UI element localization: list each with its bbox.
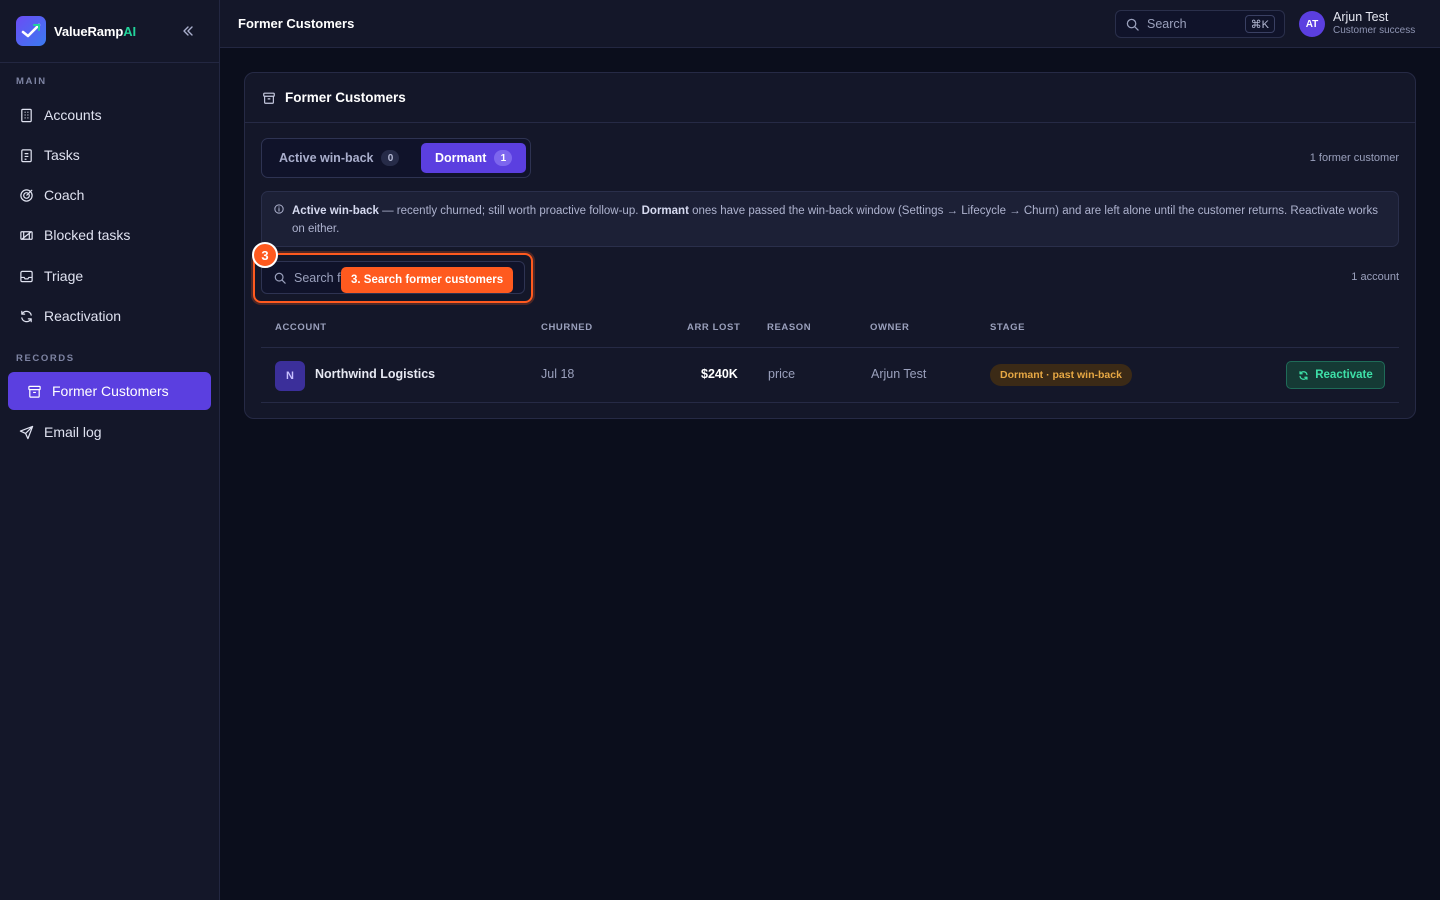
- refresh-icon: [18, 308, 34, 324]
- logo-icon: [16, 16, 46, 46]
- column-header-reason[interactable]: REASON: [767, 322, 811, 333]
- sidebar-item-label: Tasks: [44, 147, 80, 163]
- global-search-input[interactable]: Search ⌘K: [1115, 10, 1285, 38]
- owner-name: Arjun Test: [871, 367, 927, 381]
- info-term-active: Active win-back: [292, 205, 379, 217]
- info-term-dormant: Dormant: [641, 205, 689, 217]
- tab-active-win-back[interactable]: Active win-back 0: [266, 143, 416, 173]
- tab-group: Active win-back 0 Dormant 1: [261, 138, 531, 178]
- account-name[interactable]: Northwind Logistics: [315, 367, 435, 381]
- sidebar-item-label: Reactivation: [44, 308, 122, 324]
- user-role: Customer success: [1333, 25, 1416, 36]
- page-title: Former Customers: [238, 16, 355, 31]
- section-main-label: MAIN: [16, 76, 47, 87]
- column-header-stage[interactable]: STAGE: [990, 322, 1025, 333]
- sidebar-item-triage[interactable]: Triage: [8, 257, 211, 295]
- churn-reason: price: [768, 367, 796, 381]
- info-text-1: — recently churned; still worth proactiv…: [378, 205, 642, 217]
- chevrons-left-icon: [183, 26, 193, 36]
- sidebar-item-blocked-tasks[interactable]: Blocked tasks: [8, 216, 211, 254]
- card-title: Former Customers: [285, 90, 406, 105]
- inbox-icon: [18, 268, 34, 284]
- building-icon: [18, 107, 34, 123]
- reactivate-button[interactable]: Reactivate: [1286, 361, 1385, 389]
- column-header-arr-lost[interactable]: ARR LOST: [687, 322, 740, 333]
- archive-icon: [26, 383, 42, 399]
- column-header-owner[interactable]: OWNER: [870, 322, 909, 333]
- brand: ValueRampAI: [0, 0, 219, 63]
- brand-name: ValueRampAI: [54, 23, 136, 39]
- sidebar-item-label: Email log: [44, 424, 102, 440]
- blocked-icon: [18, 227, 34, 243]
- tab-count-badge: 0: [381, 150, 400, 166]
- sidebar-item-label: Triage: [44, 268, 84, 284]
- sidebar-item-label: Accounts: [44, 107, 102, 123]
- clipboard-icon: [18, 147, 34, 163]
- sidebar-item-tasks[interactable]: Tasks: [8, 136, 211, 174]
- arr-lost: $240K: [701, 367, 738, 381]
- section-records-label: RECORDS: [16, 353, 75, 364]
- archive-icon: [263, 92, 275, 104]
- sidebar-item-coach[interactable]: Coach: [8, 176, 211, 214]
- info-icon: [274, 204, 284, 214]
- column-header-churned[interactable]: CHURNED: [541, 322, 593, 333]
- tab-dormant[interactable]: Dormant 1: [421, 143, 526, 173]
- sidebar: ValueRampAI MAIN Accounts Tasks Coach Bl…: [0, 0, 220, 900]
- tab-label: Active win-back: [279, 151, 374, 165]
- sidebar-item-accounts[interactable]: Accounts: [8, 96, 211, 134]
- sidebar-item-email-log[interactable]: Email log: [8, 413, 211, 451]
- step-number-badge: 3: [252, 242, 278, 268]
- topbar: Former Customers Search ⌘K AT Arjun Test…: [220, 0, 1440, 48]
- sidebar-item-former-customers[interactable]: Former Customers: [8, 372, 211, 410]
- tab-count-badge: 1: [494, 150, 513, 166]
- account-avatar: N: [275, 361, 305, 391]
- refresh-icon: [1298, 370, 1309, 381]
- status-badge: Dormant · past win-back: [990, 364, 1132, 386]
- search-icon: [274, 272, 286, 284]
- info-banner: Active win-back — recently churned; stil…: [261, 191, 1399, 247]
- step-callout: 3. Search former customers: [341, 267, 514, 293]
- search-highlight: Search f 3. Search former customers 3: [252, 242, 533, 303]
- former-customers-card: Former Customers Active win-back 0 Dorma…: [244, 72, 1416, 419]
- search-shortcut: ⌘K: [1244, 15, 1275, 33]
- reactivate-label: Reactivate: [1315, 369, 1373, 381]
- avatar[interactable]: AT: [1299, 11, 1325, 37]
- churned-date: Jul 18: [541, 367, 575, 381]
- sidebar-item-reactivation[interactable]: Reactivation: [8, 297, 211, 335]
- former-customer-count: 1 former customer: [1309, 152, 1399, 164]
- sidebar-item-label: Former Customers: [52, 383, 169, 399]
- column-header-account[interactable]: ACCOUNT: [275, 322, 327, 333]
- sidebar-item-label: Coach: [44, 187, 85, 203]
- search-placeholder: Search f: [294, 270, 341, 285]
- search-placeholder: Search: [1147, 17, 1187, 31]
- target-icon: [18, 187, 34, 203]
- sidebar-item-label: Blocked tasks: [44, 227, 131, 243]
- search-icon: [1126, 18, 1139, 31]
- card-header: Former Customers: [245, 73, 1415, 123]
- collapse-sidebar-button[interactable]: [179, 22, 197, 40]
- tab-label: Dormant: [435, 151, 487, 165]
- table-row[interactable]: N Northwind Logistics Jul 18 $240K price…: [261, 347, 1399, 403]
- send-icon: [18, 424, 34, 440]
- user-name[interactable]: Arjun Test: [1333, 10, 1388, 24]
- account-count: 1 account: [1351, 271, 1399, 283]
